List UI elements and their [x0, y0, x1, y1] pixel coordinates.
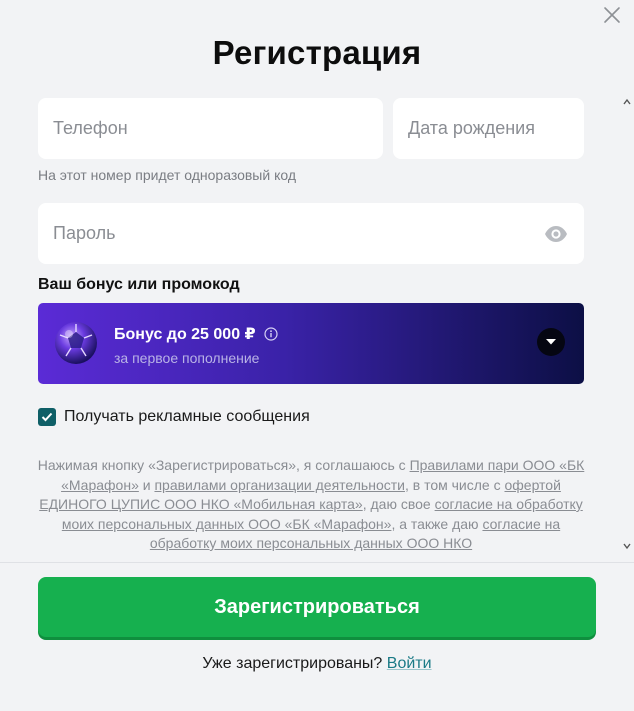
legal-part-1: Нажимая кнопку «Зарегистрироваться», я с… — [37, 457, 410, 473]
checkmark-icon — [41, 412, 53, 422]
login-prompt: Уже зарегистрированы? Войти — [0, 655, 634, 673]
organization-rules-link[interactable]: правилами организации деятельности — [154, 477, 405, 493]
footer-divider — [0, 562, 634, 563]
show-password-button[interactable] — [544, 225, 568, 243]
bonus-title-text: Бонус до 25 000 ₽ — [114, 326, 256, 343]
bonus-title: Бонус до 25 000 ₽ — [114, 324, 278, 344]
password-input[interactable] — [53, 223, 584, 244]
scroll-up-icon[interactable] — [623, 98, 631, 106]
bonus-dropdown-button[interactable] — [537, 328, 565, 356]
scrollbar[interactable] — [620, 96, 634, 556]
legal-part-4: , даю свое — [362, 496, 435, 512]
marketing-consent-row[interactable]: Получать рекламные сообщения — [38, 408, 310, 426]
phone-field[interactable] — [38, 98, 383, 159]
legal-part-5: , а также даю — [391, 515, 483, 532]
marketing-consent-checkbox[interactable] — [38, 408, 56, 426]
birthdate-input[interactable] — [408, 118, 584, 139]
bonus-subtitle: за первое пополнение — [114, 350, 260, 366]
phone-hint: На этот номер придет одноразовый код — [38, 167, 297, 183]
password-field[interactable] — [38, 203, 584, 264]
phone-input[interactable] — [53, 118, 383, 139]
dialog-title: Регистрация — [212, 34, 422, 71]
close-icon — [604, 7, 620, 23]
close-button[interactable] — [602, 5, 622, 25]
register-button[interactable]: Зарегистрироваться — [38, 577, 596, 637]
caret-down-icon — [546, 339, 556, 345]
eye-icon — [545, 225, 567, 242]
marketing-consent-label: Получать рекламные сообщения — [64, 408, 310, 425]
already-registered-text: Уже зарегистрированы? — [202, 655, 383, 672]
bonus-selector[interactable]: Бонус до 25 000 ₽ за первое пополнение — [38, 303, 584, 384]
bonus-section-label: Ваш бонус или промокод — [38, 276, 240, 293]
scroll-down-icon[interactable] — [623, 542, 631, 550]
soccer-ball-icon — [55, 322, 97, 364]
legal-part-3: , в том числе с — [404, 476, 505, 493]
login-link[interactable]: Войти — [387, 655, 432, 672]
legal-part-2: и — [138, 476, 155, 493]
legal-text: Нажимая кнопку «Зарегистрироваться», я с… — [34, 456, 588, 554]
birthdate-field[interactable] — [393, 98, 584, 159]
info-icon[interactable] — [264, 327, 278, 341]
